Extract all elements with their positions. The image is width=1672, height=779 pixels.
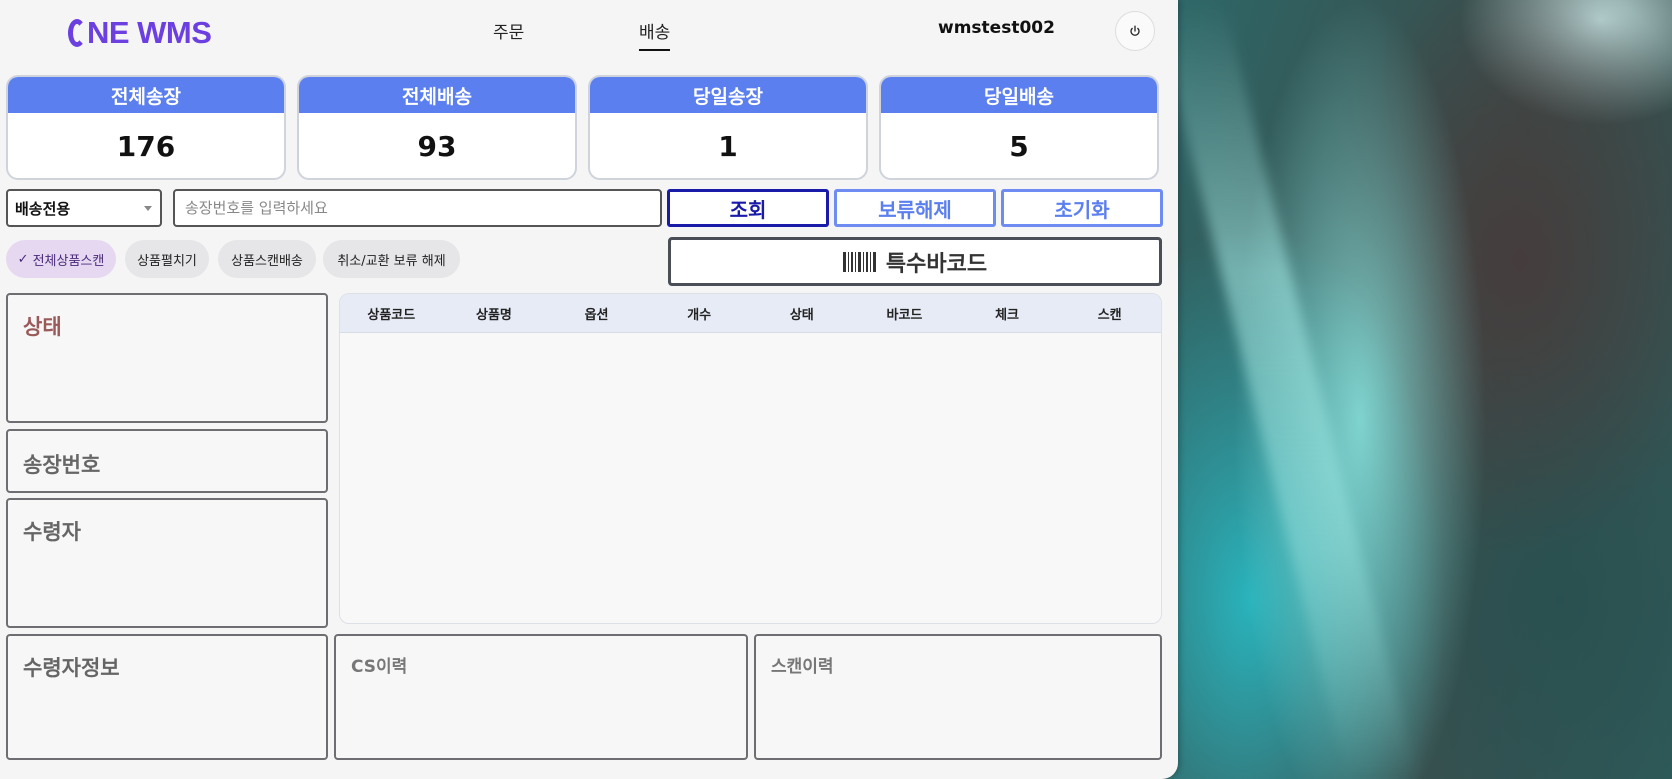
stat-card-today-invoices: 당일송장 1 (588, 75, 868, 180)
logo-text: NE WMS (87, 15, 212, 50)
column-header[interactable]: 스캔 (1058, 304, 1161, 323)
reset-button[interactable]: 초기화 (1001, 189, 1163, 227)
stat-card-total-invoices: 전체송장 176 (6, 75, 286, 180)
recipient-info-panel: 수령자정보 (6, 634, 328, 760)
nav-orders[interactable]: 주문 (493, 18, 524, 43)
column-header[interactable]: 옵션 (545, 304, 648, 323)
chip-label: 전체상품스캔 (32, 253, 105, 269)
chevron-down-icon (144, 206, 152, 211)
scan-history-panel: 스캔이력 (754, 634, 1162, 760)
invoice-number-input[interactable] (173, 189, 662, 227)
cs-history-panel: CS이력 (334, 634, 748, 760)
username-label: wmstest002 (938, 18, 1055, 38)
power-button[interactable] (1115, 11, 1155, 51)
release-hold-button[interactable]: 보류해제 (834, 189, 996, 227)
stat-value: 1 (718, 130, 738, 163)
stat-value: 5 (1009, 130, 1029, 163)
lookup-button[interactable]: 조회 (667, 189, 829, 227)
mode-select-value: 배송전용 (15, 199, 71, 218)
scan-history-title: 스캔이력 (771, 657, 834, 677)
nav-shipping[interactable]: 배송 (639, 18, 671, 51)
chip-release-cancel-exchange-hold[interactable]: 취소/교환 보류 해제 (323, 240, 460, 278)
app-logo[interactable]: NE WMS (68, 15, 212, 50)
column-header[interactable]: 체크 (956, 304, 1059, 323)
column-header[interactable]: 바코드 (853, 304, 956, 323)
stat-value: 93 (417, 130, 457, 163)
stat-label: 당일배송 (881, 77, 1157, 113)
chip-label: 취소/교환 보류 해제 (337, 253, 446, 269)
cs-history-title: CS이력 (351, 657, 408, 677)
invoice-number-title: 송장번호 (23, 453, 101, 477)
chip-label: 상품펼치기 (137, 253, 197, 269)
chip-label: 상품스캔배송 (231, 253, 303, 269)
special-barcode-label: 특수바코드 (885, 251, 988, 277)
column-header[interactable]: 상품코드 (340, 304, 443, 323)
column-header[interactable]: 개수 (648, 304, 751, 323)
chip-scan-all-products[interactable]: ✓ 전체상품스캔 (6, 240, 116, 278)
status-title: 상태 (23, 315, 62, 339)
recipient-info-title: 수령자정보 (23, 656, 120, 680)
recipient-title: 수령자 (23, 520, 81, 544)
logo-mark (68, 19, 86, 47)
stat-card-total-shipments: 전체배송 93 (297, 75, 577, 180)
table-header: 상품코드 상품명 옵션 개수 상태 바코드 체크 스캔 (340, 294, 1161, 333)
product-table: 상품코드 상품명 옵션 개수 상태 바코드 체크 스캔 (339, 293, 1162, 624)
column-header[interactable]: 상품명 (443, 304, 546, 323)
special-barcode-button[interactable]: 특수바코드 (668, 237, 1162, 286)
stat-value: 176 (116, 130, 176, 163)
status-panel: 상태 (6, 293, 328, 423)
chip-expand-products[interactable]: 상품펼치기 (125, 240, 209, 278)
invoice-number-panel: 송장번호 (6, 429, 328, 493)
stat-label: 전체송장 (8, 77, 284, 113)
check-icon: ✓ (17, 251, 29, 267)
chip-product-scan-shipping[interactable]: 상품스캔배송 (218, 240, 316, 278)
stat-label: 당일송장 (590, 77, 866, 113)
column-header[interactable]: 상태 (751, 304, 854, 323)
wms-window: NE WMS 주문 배송 wmstest002 전체송장 176 전체배송 93… (0, 0, 1178, 779)
mode-select[interactable]: 배송전용 (6, 189, 162, 227)
power-icon (1130, 25, 1140, 36)
barcode-icon (842, 251, 878, 272)
stat-card-today-shipments: 당일배송 5 (879, 75, 1159, 180)
recipient-panel: 수령자 (6, 498, 328, 628)
stat-label: 전체배송 (299, 77, 575, 113)
